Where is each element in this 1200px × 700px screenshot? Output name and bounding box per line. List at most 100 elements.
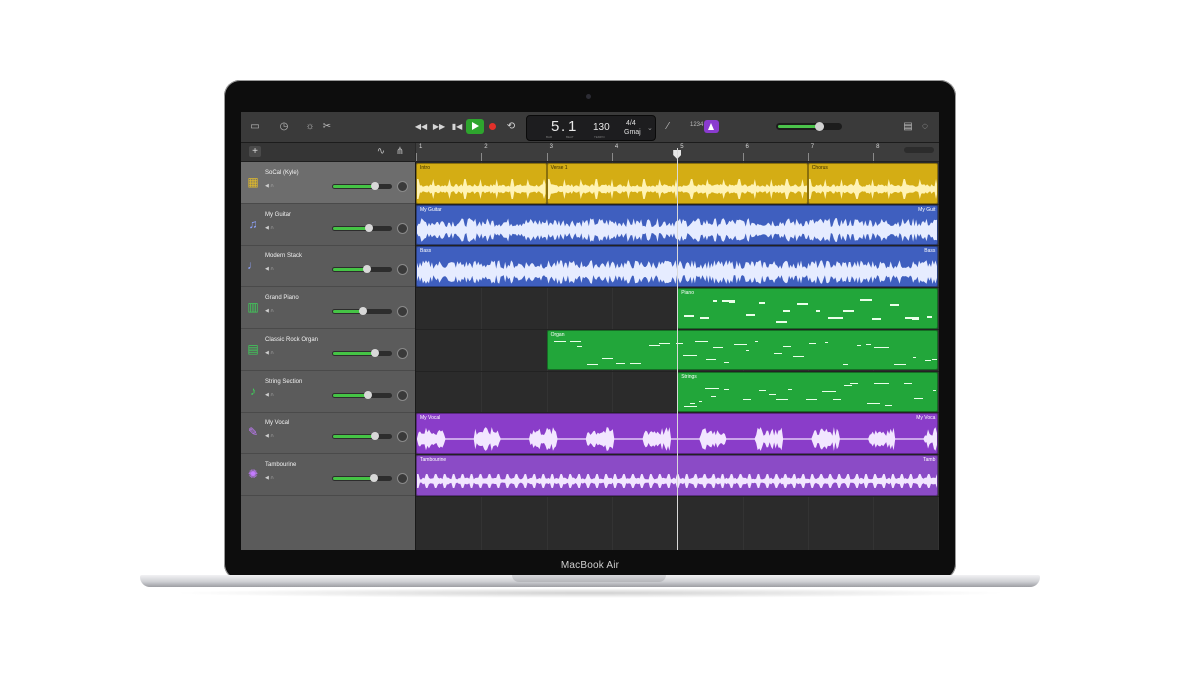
track-header[interactable]: ♩ Modern Stack ◀ ∩ xyxy=(241,245,415,288)
track-volume-fill xyxy=(333,476,374,480)
track-header[interactable]: ✎ My Vocal ◀ ∩ xyxy=(241,412,415,455)
chevron-down-icon[interactable]: ⌄ xyxy=(647,125,653,133)
control-bar: ▭ ◷ ☼ ✂ ◀◀ ▶▶ ▮◀ ⟲ 5 . 1 BAR BEAT 130 TE… xyxy=(241,112,939,143)
midi-note xyxy=(754,340,759,343)
mute-solo-icons[interactable]: ◀ ∩ xyxy=(265,392,274,399)
mute-solo-icons[interactable]: ◀ ∩ xyxy=(265,266,274,273)
track-volume-knob[interactable] xyxy=(370,182,379,190)
ruler-zoom-slider[interactable] xyxy=(904,147,934,153)
track-volume-slider[interactable] xyxy=(332,223,392,232)
track-volume-knob[interactable] xyxy=(364,223,373,232)
track-volume-slider[interactable] xyxy=(332,473,392,482)
region-drummer[interactable]: Intro xyxy=(416,163,547,204)
track-header[interactable]: ♫ My Guitar ◀ ∩ xyxy=(241,204,415,246)
track-volume-slider[interactable] xyxy=(332,307,392,316)
region-label: Bass xyxy=(420,248,432,255)
waveform xyxy=(808,178,938,199)
mute-solo-icons[interactable]: ◀ ∩ xyxy=(265,308,274,315)
mute-solo-icons[interactable]: ◀ ∩ xyxy=(265,433,274,440)
mute-solo-icons[interactable]: ◀ ∩ xyxy=(265,475,274,482)
fast-forward-icon[interactable]: ▶▶ xyxy=(432,121,446,133)
track-header[interactable]: ▦ SoCal (Kyle) ◀ ∩ xyxy=(241,162,415,204)
track-name[interactable]: Modern Stack xyxy=(265,253,302,260)
midi-note xyxy=(842,310,855,312)
track-volume-slider[interactable] xyxy=(332,390,392,399)
track-volume-knob[interactable] xyxy=(359,307,368,316)
region-drummer[interactable]: Chorus xyxy=(807,163,939,204)
midi-note xyxy=(769,393,776,395)
quick-help-icon[interactable]: ◷ xyxy=(278,121,290,133)
library-icon[interactable]: ▭ xyxy=(249,121,261,133)
lcd-bar-label: BAR xyxy=(546,135,553,139)
tuner-icon[interactable]: ⁄ xyxy=(662,121,674,133)
region-midi[interactable]: Piano xyxy=(677,288,939,329)
track-volume-knob[interactable] xyxy=(363,390,372,399)
track-volume-slider[interactable] xyxy=(332,432,392,441)
pan-knob[interactable] xyxy=(397,347,408,359)
play-button[interactable] xyxy=(466,119,484,134)
note-pad-icon[interactable]: ▤ xyxy=(902,121,914,133)
record-button[interactable] xyxy=(489,123,496,130)
midi-note xyxy=(796,303,809,305)
track-name[interactable]: String Section xyxy=(265,379,302,386)
rewind-icon[interactable]: ◀◀ xyxy=(414,121,428,133)
track-volume-knob[interactable] xyxy=(369,473,378,482)
editors-scissors-icon[interactable]: ✂ xyxy=(321,121,333,133)
track-name[interactable]: My Guitar xyxy=(265,212,291,219)
ruler-bar-number: 7 xyxy=(810,144,815,150)
track-volume-slider[interactable] xyxy=(332,265,392,274)
track-volume-slider[interactable] xyxy=(332,182,392,190)
track-name[interactable]: Classic Rock Organ xyxy=(265,337,318,344)
pan-knob[interactable] xyxy=(397,431,408,443)
midi-note xyxy=(745,349,750,352)
midi-note xyxy=(690,402,696,404)
track-header[interactable]: ▥ Grand Piano ◀ ∩ xyxy=(241,287,415,330)
master-volume-slider[interactable] xyxy=(776,122,842,131)
pan-knob[interactable] xyxy=(397,472,408,484)
pan-knob[interactable] xyxy=(397,389,408,401)
pan-knob[interactable] xyxy=(397,222,408,234)
mute-solo-icons[interactable]: ◀ ∩ xyxy=(265,225,274,232)
midi-note xyxy=(683,354,697,357)
midi-note xyxy=(874,346,889,349)
region-label: Chorus xyxy=(811,165,828,171)
track-volume-knob[interactable] xyxy=(370,432,379,441)
pan-knob[interactable] xyxy=(397,264,408,276)
midi-note xyxy=(793,355,804,358)
track-header[interactable]: ✺ Tambourine ◀ ∩ xyxy=(241,454,415,496)
add-track-button[interactable]: + xyxy=(249,146,261,157)
midi-note xyxy=(723,388,730,390)
region-midi[interactable]: Strings xyxy=(677,371,939,413)
pan-knob[interactable] xyxy=(397,306,408,318)
pan-knob[interactable] xyxy=(397,181,408,192)
midi-note xyxy=(705,387,719,389)
track-name[interactable]: Grand Piano xyxy=(265,295,299,302)
master-volume-fill xyxy=(778,125,819,128)
smart-controls-icon[interactable]: ☼ xyxy=(304,121,316,133)
metronome-button[interactable] xyxy=(704,120,719,133)
track-header[interactable]: ♪ String Section ◀ ∩ xyxy=(241,371,415,413)
loop-browser-icon[interactable]: ◌ xyxy=(919,121,931,133)
smart-tempo-icon[interactable]: ⋔ xyxy=(394,146,406,158)
track-volume-slider[interactable] xyxy=(332,348,392,357)
mute-solo-icons[interactable]: ◀ ∩ xyxy=(265,183,274,190)
count-in-button[interactable]: 1234 xyxy=(690,122,703,128)
track-name[interactable]: Tambourine xyxy=(265,462,296,469)
track-header[interactable]: ▤ Classic Rock Organ ◀ ∩ xyxy=(241,329,415,371)
lcd-display[interactable]: 5 . 1 BAR BEAT 130 TEMPO 4/4 Gmaj ⌄ xyxy=(526,115,656,141)
cycle-icon[interactable]: ⟲ xyxy=(504,121,518,133)
master-volume-knob[interactable] xyxy=(814,122,824,131)
go-to-beginning-icon[interactable]: ▮◀ xyxy=(450,121,464,133)
track-name[interactable]: SoCal (Kyle) xyxy=(265,170,299,177)
mute-solo-icons[interactable]: ◀ ∩ xyxy=(265,350,274,357)
lcd-key: Gmaj xyxy=(624,129,641,136)
midi-note xyxy=(843,384,852,386)
track-volume-knob[interactable] xyxy=(370,348,379,357)
automation-icon[interactable]: ∿ xyxy=(375,146,387,158)
track-name[interactable]: My Vocal xyxy=(265,420,289,427)
track-volume-knob[interactable] xyxy=(362,265,371,274)
region-midi[interactable]: Organ xyxy=(546,329,939,371)
region-label: Tambourine xyxy=(420,456,447,463)
ruler-bar-number: 1 xyxy=(419,144,423,150)
ruler-tick xyxy=(546,153,548,161)
